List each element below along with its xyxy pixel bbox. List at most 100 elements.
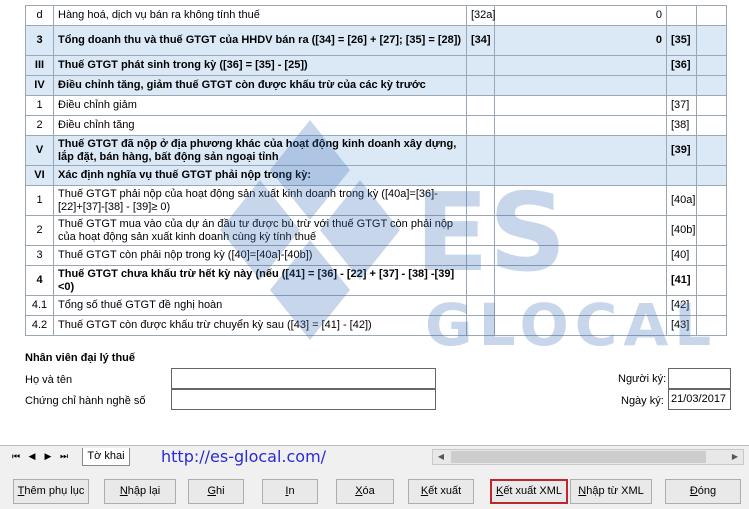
- row-code2: [42]: [666, 295, 697, 316]
- row-code: [466, 185, 495, 216]
- row-code: [34]: [466, 25, 495, 56]
- scroll-thumb[interactable]: [451, 451, 706, 463]
- horizontal-scrollbar[interactable]: ◀ ▶: [432, 449, 744, 465]
- row-value[interactable]: [494, 75, 667, 96]
- button-nhập-lại[interactable]: Nhập lại: [104, 479, 176, 504]
- row-code2: [43]: [666, 315, 697, 336]
- row-number: 4.1: [25, 295, 54, 316]
- row-label: Hàng hoá, dịch vụ bán ra không tính thuế: [53, 5, 467, 26]
- agent-cert-input[interactable]: [171, 389, 436, 410]
- row-code2: [666, 165, 697, 186]
- row-code: [466, 215, 495, 246]
- first-sheet-icon[interactable]: ⏮: [10, 450, 22, 463]
- row-blank: [696, 315, 727, 336]
- button-xóa[interactable]: Xóa: [336, 479, 394, 504]
- row-label: Thuế GTGT phát sinh trong kỳ ([36] = [35…: [53, 55, 467, 76]
- last-sheet-icon[interactable]: ⏭: [58, 450, 70, 463]
- row-label: Điều chỉnh tăng: [53, 115, 467, 136]
- agent-name-input[interactable]: [171, 368, 436, 389]
- row-code2: [41]: [666, 265, 697, 296]
- row-code2: [666, 5, 697, 26]
- row-value[interactable]: [494, 315, 667, 336]
- row-code: [466, 95, 495, 116]
- row-value[interactable]: [494, 165, 667, 186]
- row-value[interactable]: 0: [494, 25, 667, 56]
- row-code2: [40]: [666, 245, 697, 266]
- website-link[interactable]: http://es-glocal.com/: [161, 447, 326, 466]
- declaration-sheet: d Hàng hoá, dịch vụ bán ra không tính thu…: [0, 0, 749, 345]
- agent-cert-label: Chứng chỉ hành nghề số: [25, 395, 146, 407]
- row-value[interactable]: [494, 295, 667, 316]
- row-label: Thuế GTGT còn được khấu trừ chuyển kỳ sa…: [53, 315, 467, 336]
- table-row: 2 Thuế GTGT mua vào của dự án đầu tư được…: [25, 215, 727, 246]
- row-number: III: [25, 55, 54, 76]
- button-ghi[interactable]: Ghi: [188, 479, 244, 504]
- tab-to-khai[interactable]: Tờ khai: [82, 448, 130, 466]
- scroll-right-icon[interactable]: ▶: [727, 450, 743, 464]
- next-sheet-icon[interactable]: ▶: [42, 450, 54, 463]
- button-kết-xuất-xml[interactable]: Kết xuất XML: [490, 479, 568, 504]
- button-kết-xuất[interactable]: Kết xuất: [408, 479, 474, 504]
- row-value[interactable]: [494, 265, 667, 296]
- row-label: Thuế GTGT đã nộp ở địa phương khác của h…: [53, 135, 467, 166]
- row-value[interactable]: [494, 95, 667, 116]
- scroll-left-icon[interactable]: ◀: [433, 450, 449, 464]
- table-row: d Hàng hoá, dịch vụ bán ra không tính thu…: [25, 5, 727, 26]
- sign-date-label: Ngày ký:: [621, 395, 664, 407]
- row-blank: [696, 165, 727, 186]
- row-label: Thuế GTGT chưa khấu trừ hết kỳ này (nếu …: [53, 265, 467, 296]
- action-button-bar: Thêm phụ lục Nhập lại Ghi In Xóa Kết xuất Kết …: [0, 467, 749, 509]
- sign-date-input[interactable]: 21/03/2017: [668, 389, 731, 410]
- row-blank: [696, 185, 727, 216]
- row-code: [466, 75, 495, 96]
- vertical-scrollbar[interactable]: [731, 0, 749, 445]
- table-row: 3 Thuế GTGT còn phải nộp trong kỳ ([40]=[…: [25, 245, 727, 266]
- row-label: Điều chỉnh giảm: [53, 95, 467, 116]
- row-blank: [696, 295, 727, 316]
- agent-title: Nhân viên đại lý thuế: [25, 352, 136, 364]
- table-row: VI Xác định nghĩa vụ thuế GTGT phải nộp t…: [25, 165, 727, 186]
- prev-sheet-icon[interactable]: ◀: [26, 450, 38, 463]
- row-value[interactable]: [494, 215, 667, 246]
- row-label: Thuế GTGT phải nộp của hoạt động sản xuấ…: [53, 185, 467, 216]
- row-code: [466, 135, 495, 166]
- row-blank: [696, 135, 727, 166]
- row-value[interactable]: [494, 55, 667, 76]
- row-number: 2: [25, 215, 54, 246]
- row-code: [466, 315, 495, 336]
- row-code2: [666, 75, 697, 96]
- row-code2: [38]: [666, 115, 697, 136]
- signer-input[interactable]: [668, 368, 731, 389]
- agent-name-label: Họ và tên: [25, 374, 73, 386]
- row-blank: [696, 245, 727, 266]
- row-blank: [696, 95, 727, 116]
- button-in[interactable]: In: [262, 479, 318, 504]
- row-code: [466, 245, 495, 266]
- row-value[interactable]: 0: [494, 5, 667, 26]
- declaration-table: d Hàng hoá, dịch vụ bán ra không tính thu…: [25, 5, 727, 336]
- button-thêm-phụ-lục[interactable]: Thêm phụ lục: [13, 479, 89, 504]
- row-value[interactable]: [494, 185, 667, 216]
- button-đóng[interactable]: Đóng: [665, 479, 741, 504]
- row-number: 4.2: [25, 315, 54, 336]
- button-nhập-từ-xml[interactable]: Nhập từ XML: [570, 479, 652, 504]
- row-number: 2: [25, 115, 54, 136]
- row-blank: [696, 115, 727, 136]
- signer-label: Người ký:: [618, 373, 667, 385]
- row-blank: [696, 5, 727, 26]
- row-value[interactable]: [494, 115, 667, 136]
- row-number: 1: [25, 95, 54, 116]
- row-code: [32a]: [466, 5, 495, 26]
- row-number: VI: [25, 165, 54, 186]
- row-code: [466, 115, 495, 136]
- table-row: V Thuế GTGT đã nộp ở địa phương khác của …: [25, 135, 727, 166]
- row-code: [466, 55, 495, 76]
- row-number: V: [25, 135, 54, 166]
- row-value[interactable]: [494, 135, 667, 166]
- table-row: 1 Điều chỉnh giảm [37]: [25, 95, 727, 116]
- row-label: Tổng doanh thu và thuế GTGT của HHDV bán…: [53, 25, 467, 56]
- row-blank: [696, 55, 727, 76]
- row-number: 4: [25, 265, 54, 296]
- row-value[interactable]: [494, 245, 667, 266]
- row-number: IV: [25, 75, 54, 96]
